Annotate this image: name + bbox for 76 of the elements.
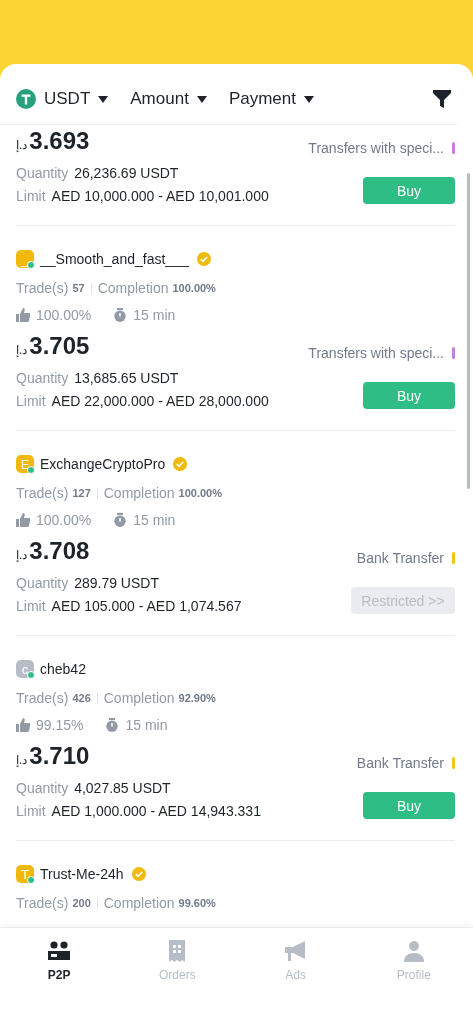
quantity-value: 289.79 USDT	[74, 575, 159, 591]
rating-text: 99.15%	[36, 717, 84, 733]
stat-label: Completion	[103, 895, 175, 911]
coin-icon	[16, 89, 36, 109]
price: 3.693	[29, 127, 90, 155]
stat-label: Completion	[97, 280, 169, 296]
merchant-name[interactable]: __Smooth_and_fast___	[40, 251, 189, 267]
stat-label: Completion	[103, 485, 175, 501]
limit-value: AED 1,000.000 - AED 14,943.331	[51, 803, 261, 819]
quantity-label: Quantity	[16, 165, 69, 181]
limit-label: Limit	[16, 803, 46, 819]
currency-symbol: د.إ	[16, 138, 28, 152]
payment-method: Transfers with speci...	[308, 345, 444, 361]
time-text: 15 min	[133, 512, 176, 528]
limit-label: Limit	[16, 598, 46, 614]
scrollbar[interactable]	[467, 173, 470, 489]
payment-method: Bank Transfer	[356, 755, 444, 771]
currency-symbol: د.إ	[16, 548, 28, 562]
price: 3.705	[29, 332, 90, 360]
merchant-name[interactable]: cheb42	[40, 661, 86, 677]
limit-value: AED 105.000 - AED 1,074.567	[51, 598, 242, 614]
rating-text: 100.00%	[36, 307, 92, 323]
limit-label: Limit	[16, 188, 46, 204]
stat-label: Trade(s)	[16, 485, 69, 501]
thumbs-up-icon	[16, 513, 30, 527]
quantity-label: Quantity	[16, 575, 69, 591]
currency-symbol: د.إ	[16, 343, 28, 357]
timer-icon	[113, 308, 128, 322]
timer-icon	[113, 513, 128, 527]
time-text: 15 min	[133, 307, 176, 323]
quantity-label: Quantity	[16, 780, 69, 796]
stat-value: 57	[72, 282, 85, 294]
rating-text: 100.00%	[36, 512, 92, 528]
filter-icon[interactable]	[433, 90, 451, 108]
quantity-value: 4,027.85 USDT	[74, 780, 171, 796]
limit-label: Limit	[16, 393, 46, 409]
stat-label: Completion	[103, 690, 175, 706]
stat-label: Trade(s)	[16, 280, 69, 296]
quantity-label: Quantity	[16, 370, 69, 386]
payment-method: Bank Transfer	[356, 550, 444, 566]
stat-value: 127	[72, 487, 91, 499]
filter-dropdown[interactable]: Payment	[228, 89, 314, 109]
price: 3.708	[29, 537, 90, 565]
coin-dropdown[interactable]: USDT	[16, 89, 109, 109]
timer-icon	[105, 718, 120, 732]
avatar: E	[16, 455, 34, 473]
thumbs-up-icon	[16, 308, 30, 322]
caret-icon	[303, 95, 314, 103]
quantity-value: 13,685.65 USDT	[74, 370, 179, 386]
merchant-name[interactable]: Trust-Me-24h	[40, 866, 124, 882]
stat-value: 426	[72, 692, 91, 704]
nav-tab[interactable]: P2P	[0, 936, 119, 988]
stat-value: 99.60%	[178, 897, 216, 909]
limit-value: AED 10,000.000 - AED 10,001.000	[51, 188, 269, 204]
stat-value: 100.00%	[178, 487, 222, 499]
merchant-name[interactable]: ExchangeCryptoPro	[40, 456, 166, 472]
stat-label: Trade(s)	[16, 690, 69, 706]
filter-dropdown[interactable]: Amount	[130, 89, 207, 109]
profile-icon	[402, 940, 425, 962]
currency-symbol: د.إ	[16, 753, 28, 767]
price: 3.710	[29, 742, 90, 770]
stat-value: 92.90%	[178, 692, 216, 704]
time-text: 15 min	[125, 717, 168, 733]
stat-value: 100.00%	[172, 282, 216, 294]
megaphone-icon	[284, 940, 307, 962]
payment-method: Transfers with speci...	[308, 140, 444, 156]
limit-value: AED 22,000.000 - AED 28,000.000	[51, 393, 269, 409]
stat-value: 200	[72, 897, 91, 909]
stat-label: Trade(s)	[16, 895, 69, 911]
avatar: c	[16, 660, 34, 678]
thumbs-up-icon	[16, 718, 30, 732]
quantity-value: 26,236.69 USDT	[74, 165, 179, 181]
caret-icon	[196, 95, 207, 103]
caret-icon	[98, 95, 109, 103]
people-icon	[48, 940, 71, 962]
avatar: T	[16, 865, 34, 883]
